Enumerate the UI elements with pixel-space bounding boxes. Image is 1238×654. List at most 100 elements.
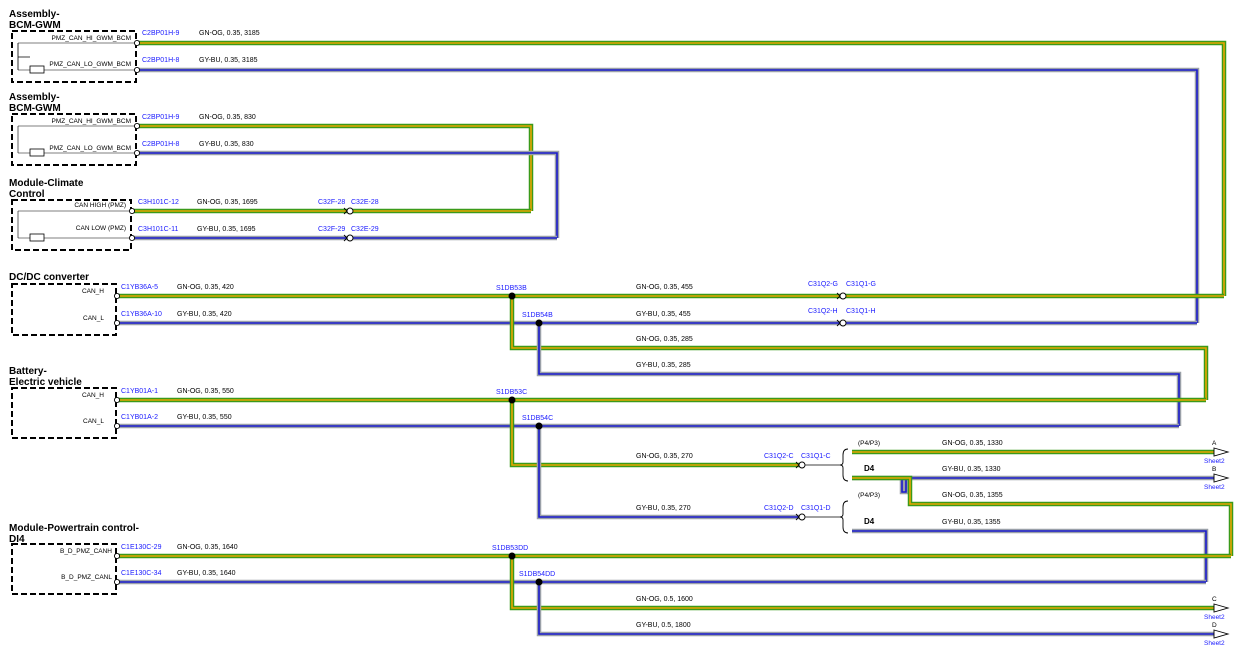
variant-label: D4 [864, 464, 875, 473]
wiring-diagram: Assembly- BCM-GWM PMZ_CAN_HI_GWM_BCM PMZ… [0, 0, 1238, 654]
connector-pin-icon[interactable] [113, 319, 121, 327]
inline-connector-icon[interactable] [795, 513, 840, 521]
connector-pin-icon[interactable] [133, 149, 141, 157]
connector-pin-icon[interactable] [113, 578, 121, 586]
offsheet-sheet: Sheet2 [1204, 614, 1225, 621]
component-climate-control[interactable]: Module-Climate Control CAN HIGH (PMZ) CA… [9, 178, 132, 251]
connector-label: C31Q1-H [846, 308, 876, 315]
connector-pin-icon[interactable] [113, 396, 121, 404]
splice-dot-icon[interactable] [535, 578, 543, 586]
connector-pin-icon[interactable] [113, 422, 121, 430]
component-title: Assembly- [9, 92, 60, 103]
component-bcm-gwm-2[interactable]: Assembly- BCM-GWM PMZ_CAN_HI_GWM_BCM PMZ… [9, 92, 137, 166]
component-title: DC/DC converter [9, 272, 89, 283]
connector-pin-icon[interactable] [113, 292, 121, 300]
wire-bcm1-can-hi[interactable] [138, 42, 1225, 296]
wire-labels: C2BP01H-9 GN-OG, 0.35, 3185 C2BP01H-8 GY… [121, 30, 1003, 629]
offsheet-letter: D [1212, 622, 1217, 629]
connector-label: C3H101C-11 [138, 226, 178, 233]
wire-spec-label: GY-BU, 0.35, 830 [199, 141, 254, 148]
offsheet-sheet: Sheet2 [1204, 484, 1225, 491]
connector-label: C2BP01H-9 [142, 30, 179, 37]
arrow-right-icon [1213, 629, 1230, 639]
connector-pin-icon[interactable] [133, 66, 141, 74]
component-battery-ev[interactable]: Battery- Electric vehicle CAN_H CAN_L [9, 366, 117, 439]
wire-spec-label: GN-OG, 0.35, 3185 [199, 30, 260, 37]
connector-label: C1YB01A-2 [121, 414, 158, 421]
pin-label-hi: PMZ_CAN_HI_GWM_BCM [52, 118, 131, 125]
connector-label: C1YB36A-10 [121, 311, 162, 318]
connector-label: C1E130C-34 [121, 570, 162, 577]
splice-label: S1DB54DD [519, 571, 555, 578]
pin-label-hi: CAN_H [82, 288, 104, 295]
connector-pin-icon[interactable] [133, 39, 141, 47]
wire-spec-label: GN-OG, 0.5, 1600 [636, 596, 693, 603]
splice-dot-icon[interactable] [535, 422, 543, 430]
splice-dot-icon[interactable] [508, 396, 516, 404]
termination-resistor-icon [29, 233, 45, 242]
wire-spec-label: GN-OG, 0.35, 1640 [177, 544, 238, 551]
termination-resistor-icon [29, 65, 45, 74]
wire-spec-label: GN-OG, 0.35, 455 [636, 284, 693, 291]
splice-label: S1DB54B [522, 312, 553, 319]
wire-spec-label: GN-OG, 0.35, 1330 [942, 440, 1003, 447]
variant-brace-icon [839, 500, 849, 534]
termination-resistor-icon [29, 148, 45, 157]
wire-spec-label: GN-OG, 0.35, 270 [636, 453, 693, 460]
connector-label: C32E-28 [351, 199, 379, 206]
pin-label-hi: CAN HIGH (PMZ) [74, 202, 126, 209]
pin-label-lo: CAN_L [83, 315, 104, 322]
wire-spec-label: GY-BU, 0.35, 420 [177, 311, 232, 318]
connector-pin-icon[interactable] [113, 552, 121, 560]
offsheet-sheet: Sheet2 [1204, 640, 1225, 647]
wire-spec-label: GN-OG, 0.35, 285 [636, 336, 693, 343]
component-dcdc-converter[interactable]: DC/DC converter CAN_H CAN_L [9, 272, 117, 336]
arrow-right-icon [1213, 447, 1230, 457]
pin-label-lo: CAN_L [83, 418, 104, 425]
wiring-diagram-svg: Assembly- BCM-GWM PMZ_CAN_HI_GWM_BCM PMZ… [9, 9, 1234, 647]
wire-spec-label: GY-BU, 0.35, 550 [177, 414, 232, 421]
connector-pin-icon[interactable] [128, 207, 136, 215]
variant-label: D4 [864, 517, 875, 526]
wire-lo-270[interactable] [538, 426, 800, 518]
connector-pin-icon[interactable] [128, 234, 136, 242]
offsheet-letter: B [1212, 466, 1216, 473]
inline-connectors-climate: C32F-28 C32E-28 C32F-29 C32E-29 [318, 199, 379, 242]
wire-spec-label: GY-BU, 0.35, 270 [636, 505, 691, 512]
wire-lo-285[interactable] [538, 323, 1180, 426]
connector-label: C2BP01H-8 [142, 141, 179, 148]
wire-spec-label: GY-BU, 0.35, 285 [636, 362, 691, 369]
splice-dot-icon[interactable] [535, 319, 543, 327]
splice-label: S1DB54C [522, 415, 553, 422]
wire-spec-label: GY-BU, 0.35, 1640 [177, 570, 236, 577]
internal-circuit [17, 43, 30, 70]
connector-label: C31Q2-H [808, 308, 838, 315]
component-title: Assembly- [9, 9, 60, 20]
wire-spec-label: GY-BU, 0.35, 1330 [942, 466, 1001, 473]
splice-dot-icon[interactable] [508, 292, 516, 300]
inline-connector-icon[interactable] [795, 461, 840, 469]
offsheet-letter: A [1212, 440, 1217, 447]
connector-label: C31Q1-C [801, 453, 831, 460]
component-title-line2: BCM-GWM [9, 20, 61, 31]
connector-label: C31Q2-D [764, 505, 794, 512]
splice-label: S1DB53C [496, 389, 527, 396]
pin-label-lo: B_D_PMZ_CANL [61, 574, 112, 581]
component-title-line2: BCM-GWM [9, 103, 61, 114]
connector-label: C32F-29 [318, 226, 345, 233]
splices: S1DB53B S1DB54B S1DB53C S1DB54C S1DB53DD… [492, 285, 555, 586]
connector-label: C31Q2-C [764, 453, 794, 460]
connector-label: C32F-28 [318, 199, 345, 206]
component-title-line2: Control [9, 189, 45, 200]
splice-label: S1DB53B [496, 285, 527, 292]
connector-label: C32E-29 [351, 226, 379, 233]
component-bcm-gwm-1[interactable]: Assembly- BCM-GWM PMZ_CAN_HI_GWM_BCM PMZ… [9, 9, 137, 83]
component-title: Module-Climate [9, 178, 84, 189]
pin-label-lo: PMZ_CAN_LO_GWM_BCM [49, 145, 131, 152]
wire-spec-label: GN-OG, 0.35, 1695 [197, 199, 258, 206]
splice-dot-icon[interactable] [508, 552, 516, 560]
wire-spec-label: GN-OG, 0.35, 420 [177, 284, 234, 291]
connector-pin-icon[interactable] [133, 122, 141, 130]
offsheet-sheet: Sheet2 [1204, 458, 1225, 465]
offsheet-letter: C [1212, 596, 1217, 603]
